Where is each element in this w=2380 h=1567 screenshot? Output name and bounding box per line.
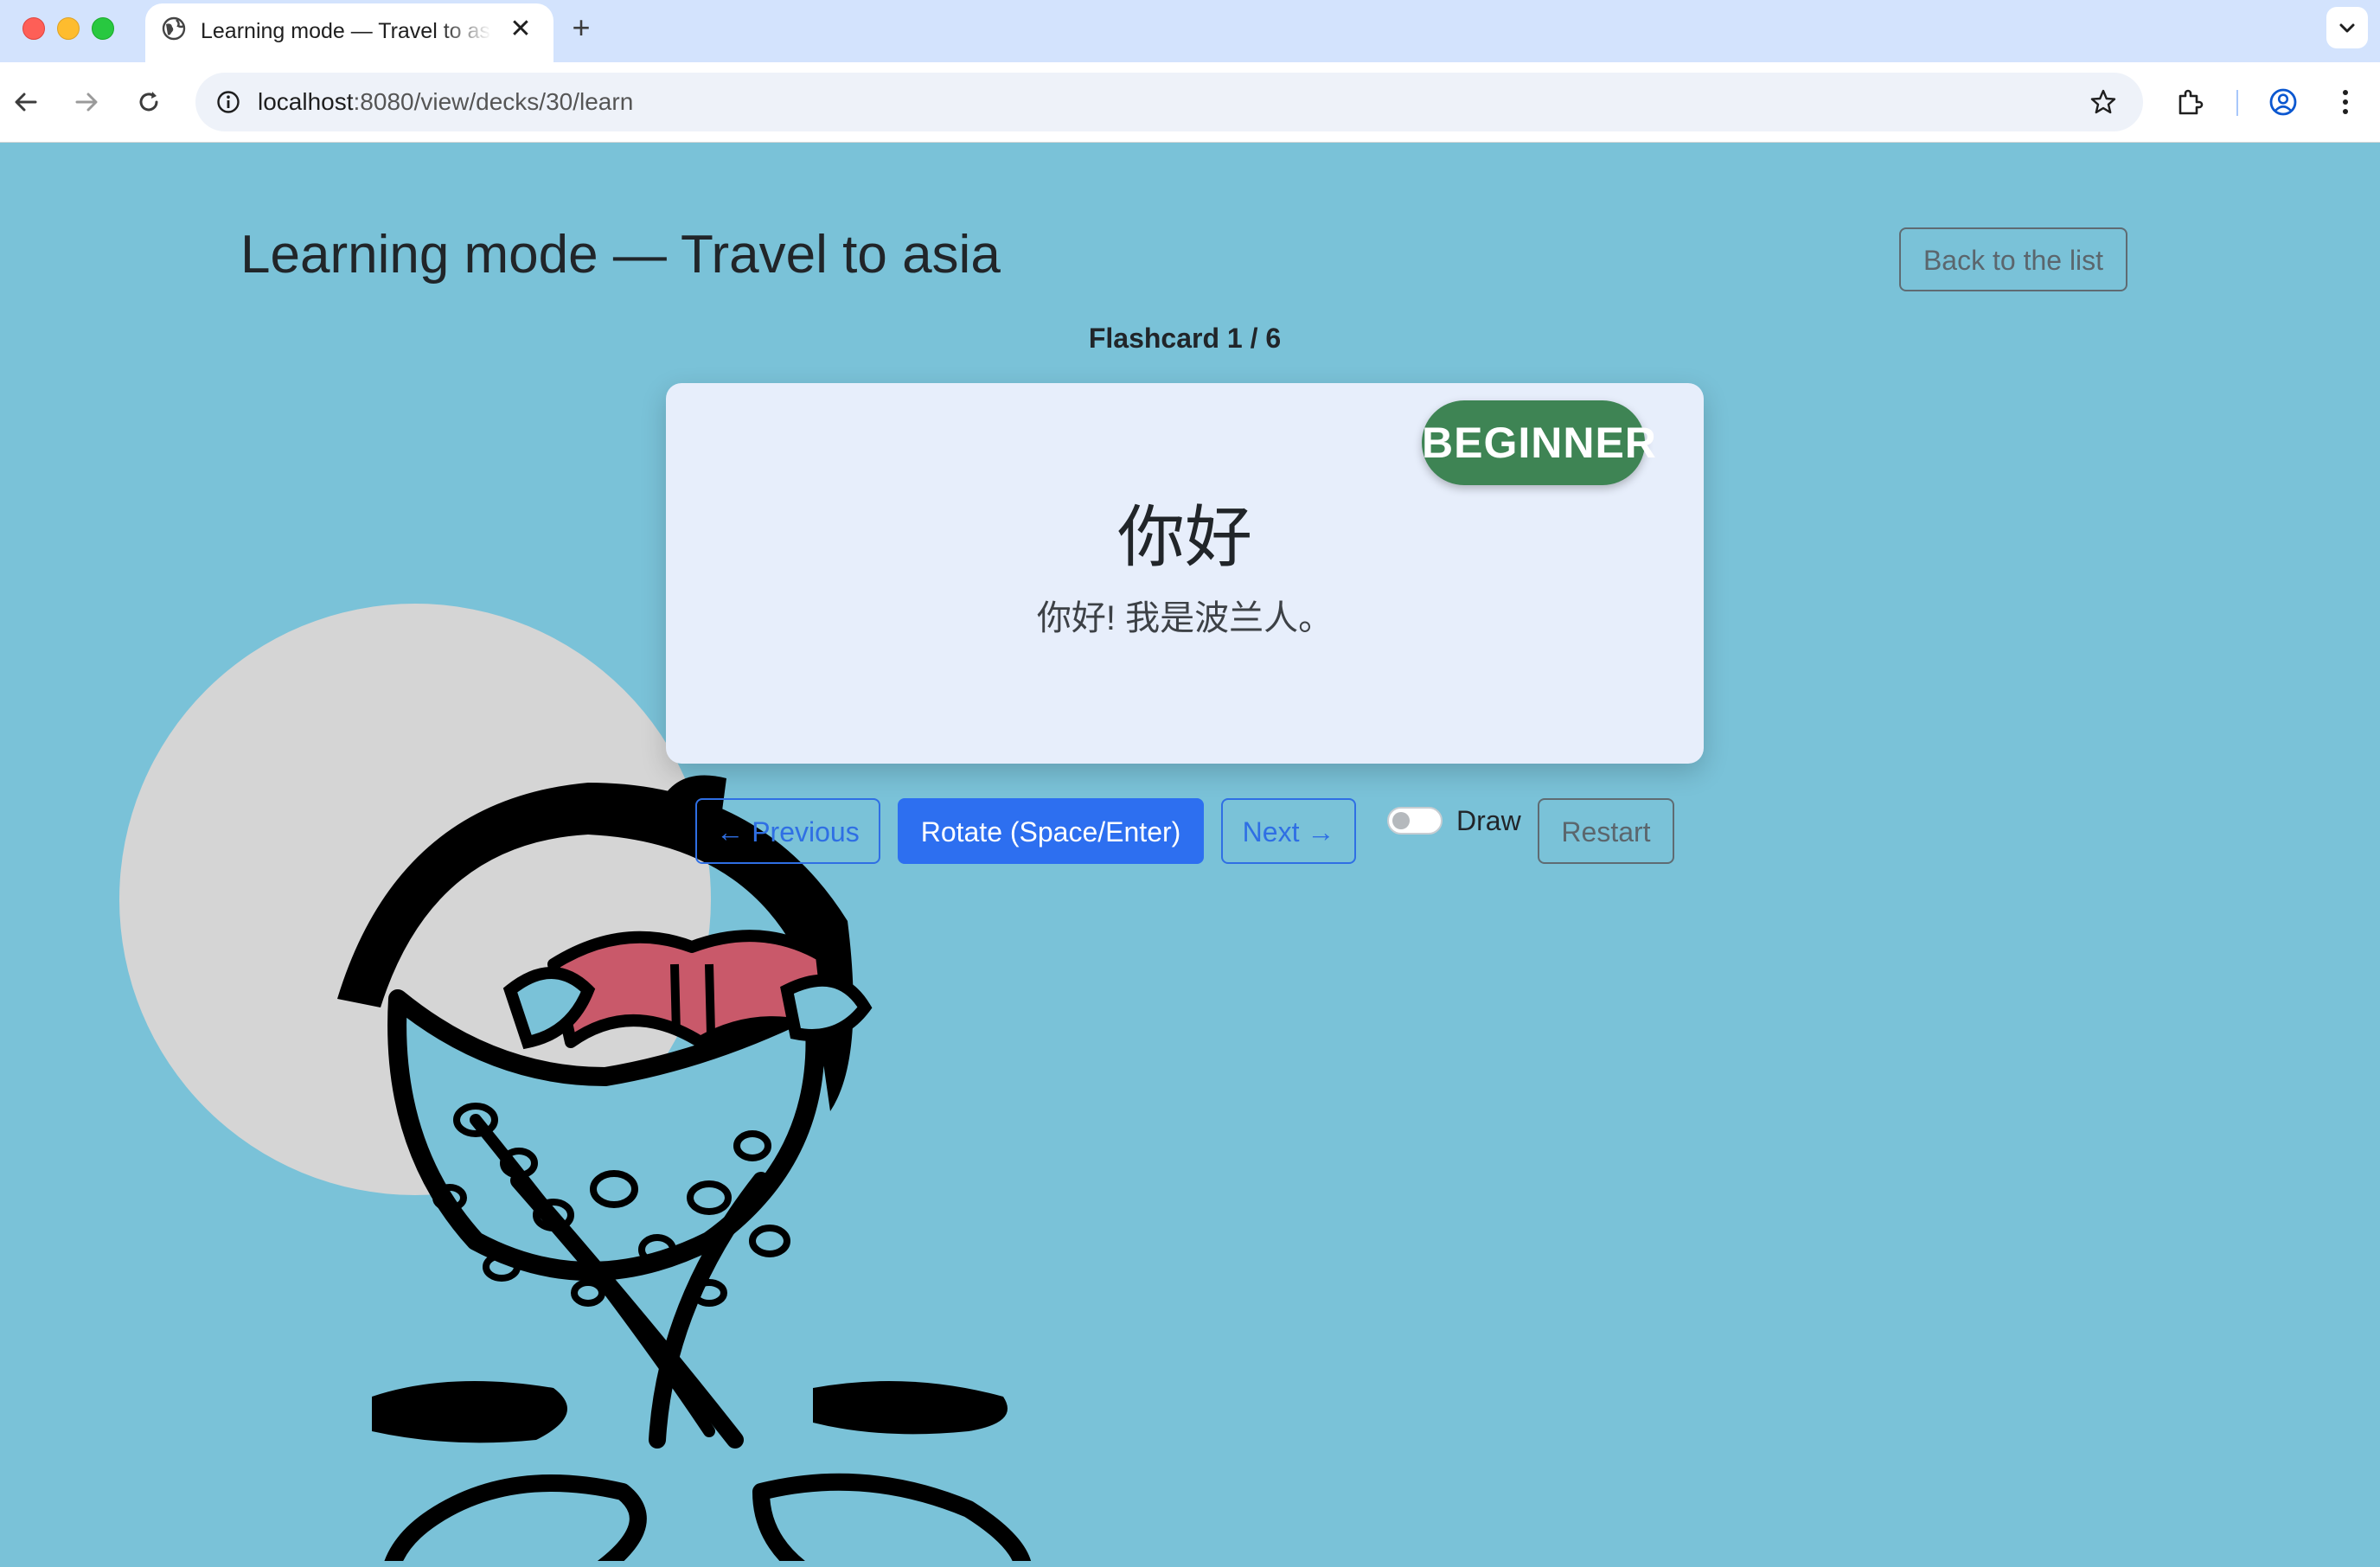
toolbar-divider xyxy=(2236,90,2238,116)
url-host: localhost xyxy=(258,88,354,115)
previous-button[interactable]: ← Previous xyxy=(695,798,880,864)
tab-strip: Learning mode — Travel to asia ✕ + xyxy=(0,0,2380,62)
page-content: Learning mode — Travel to asia Back to t… xyxy=(0,143,2380,1567)
page-title: Learning mode — Travel to asia xyxy=(240,225,1001,285)
maximize-window-button[interactable] xyxy=(92,17,114,40)
new-tab-button[interactable]: + xyxy=(562,9,600,47)
forward-arrow-icon[interactable] xyxy=(66,81,107,123)
flashcard-word: 你好 xyxy=(1116,499,1252,575)
reload-icon[interactable] xyxy=(128,81,170,123)
close-window-button[interactable] xyxy=(22,17,45,40)
draw-toggle-knob xyxy=(1392,812,1410,829)
profile-icon[interactable] xyxy=(2262,81,2304,123)
flashcard[interactable]: BEGINNER 你好 你好! 我是波兰人。 xyxy=(666,383,1704,764)
restart-button[interactable]: Restart xyxy=(1538,798,1674,864)
draw-toggle-label: Draw xyxy=(1456,805,1521,836)
flashcard-example-sentence: 你好! 我是波兰人。 xyxy=(1036,599,1334,637)
close-tab-icon[interactable]: ✕ xyxy=(505,14,536,45)
draw-toggle[interactable] xyxy=(1387,807,1443,835)
browser-toolbar: localhost:8080/view/decks/30/learn xyxy=(0,62,2380,143)
url-text: localhost:8080/view/decks/30/learn xyxy=(258,73,633,131)
extensions-icon[interactable] xyxy=(2169,81,2210,123)
globe-icon xyxy=(161,16,187,42)
flashcard-counter: Flashcard 1 / 6 xyxy=(1088,323,1282,354)
url-path: :8080/view/decks/30/learn xyxy=(353,88,634,115)
rotate-button[interactable]: Rotate (Space/Enter) xyxy=(898,798,1204,864)
bookmark-star-icon[interactable] xyxy=(2082,81,2124,123)
tab-search-chevron-icon[interactable] xyxy=(2326,7,2368,48)
tab-title: Learning mode — Travel to asia xyxy=(201,19,491,43)
minimize-window-button[interactable] xyxy=(57,17,80,40)
level-badge: BEGINNER xyxy=(1422,400,1656,485)
site-info-icon[interactable] xyxy=(208,81,249,123)
address-bar[interactable]: localhost:8080/view/decks/30/learn xyxy=(195,73,2143,131)
back-arrow-icon[interactable] xyxy=(5,81,47,123)
browser-tab-active[interactable]: Learning mode — Travel to asia ✕ xyxy=(145,3,553,62)
back-to-list-button[interactable]: Back to the list xyxy=(1899,227,2127,291)
more-menu-icon[interactable] xyxy=(2325,81,2366,123)
next-button[interactable]: Next → xyxy=(1221,798,1356,864)
